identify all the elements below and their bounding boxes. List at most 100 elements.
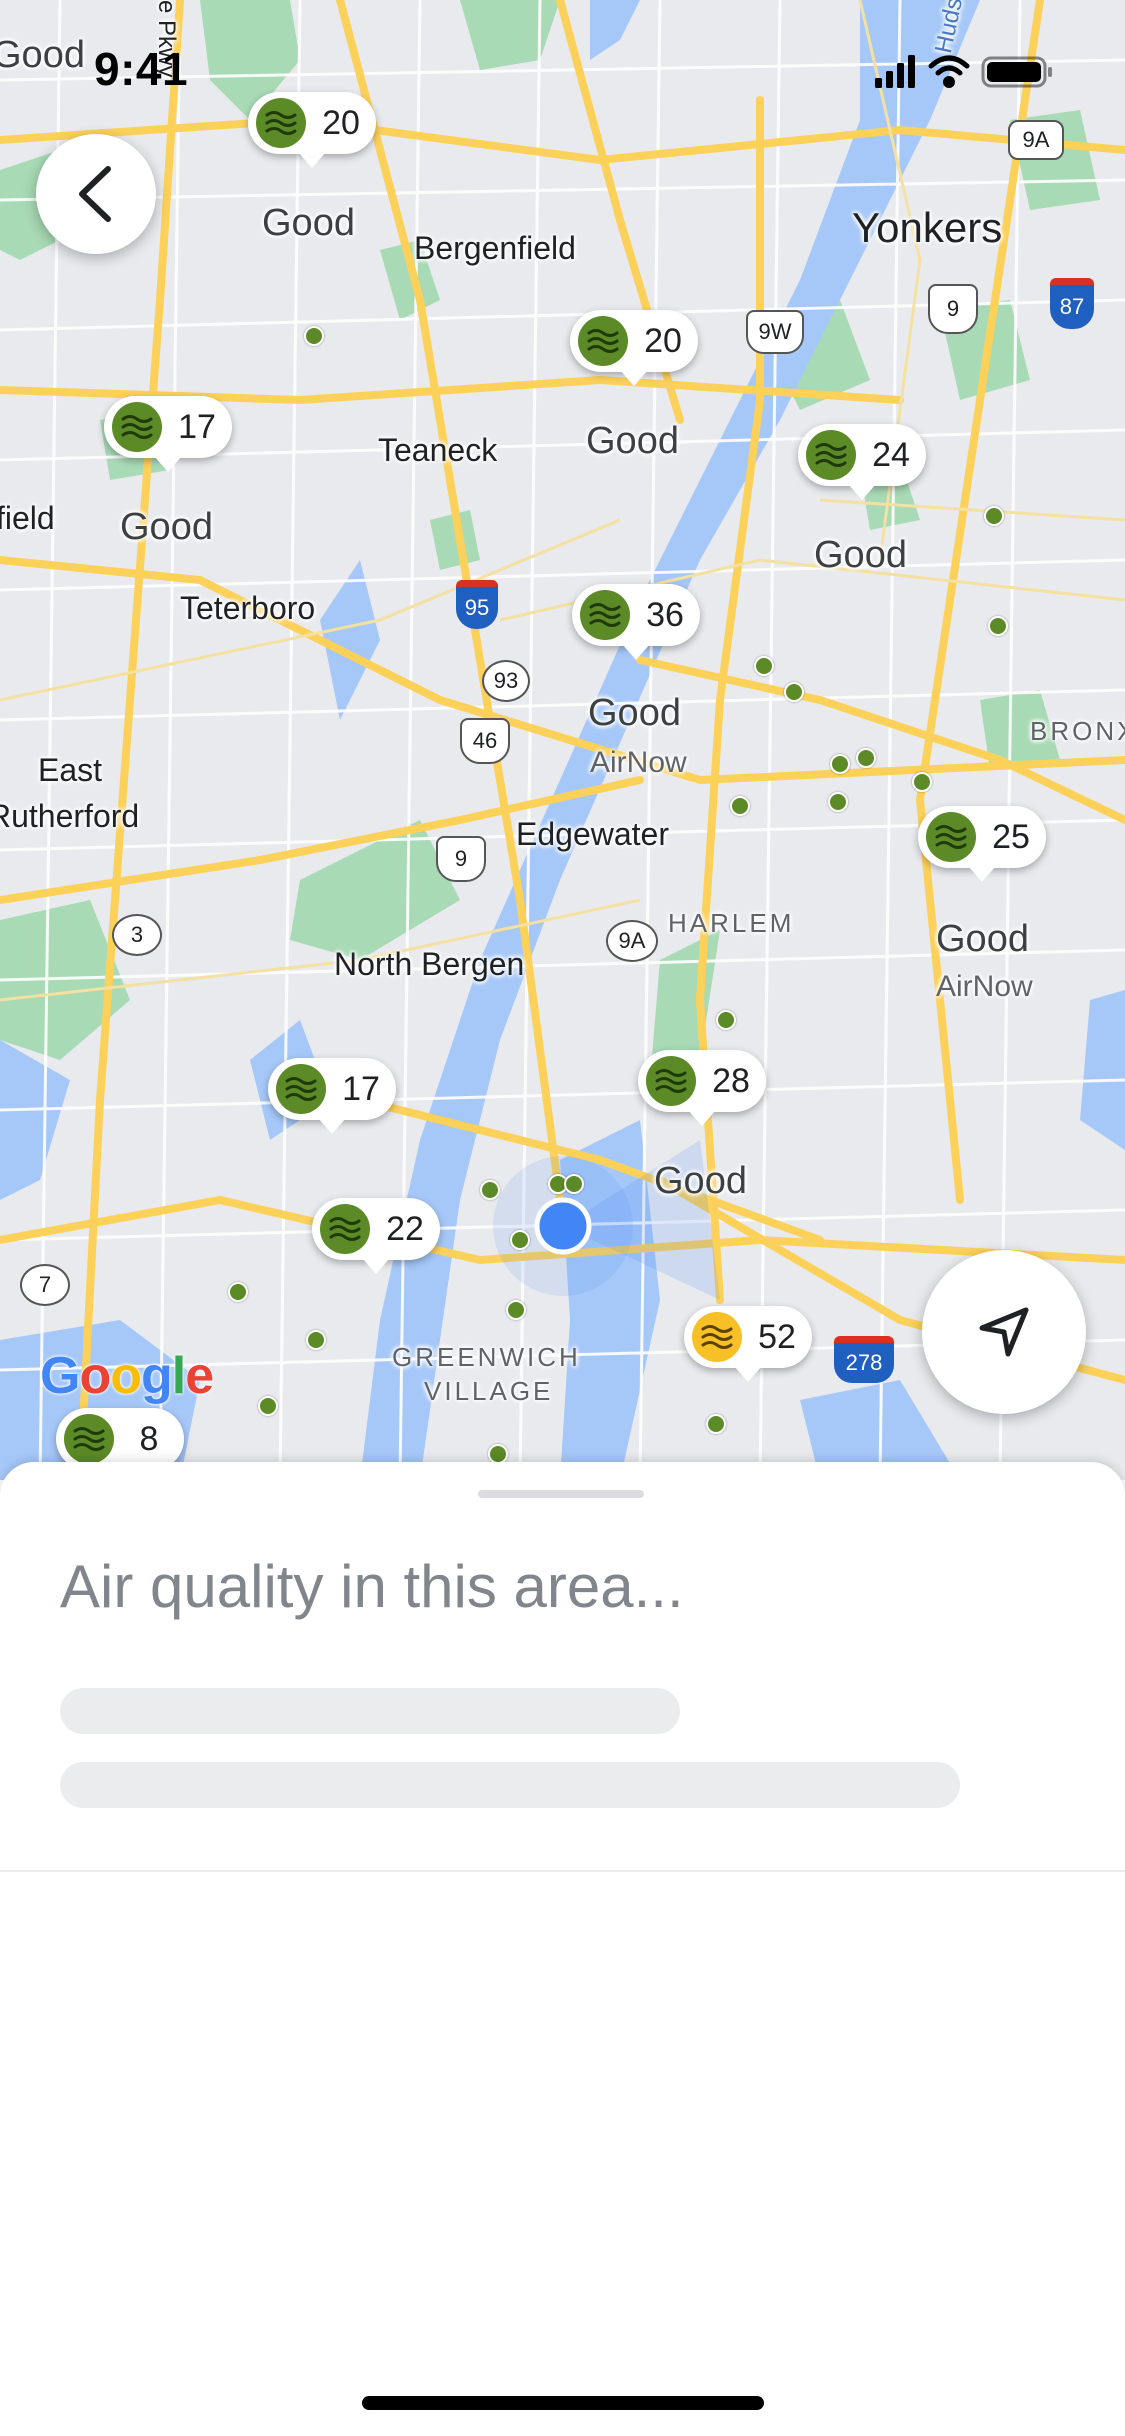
aqi-marker[interactable]: 17 (268, 1058, 396, 1134)
quality-label: Good (262, 202, 355, 244)
source-label: AirNow (936, 970, 1033, 1003)
my-location-button[interactable] (922, 1250, 1086, 1414)
sensor-dot[interactable] (258, 1396, 278, 1416)
route-shield: 9 (928, 284, 978, 334)
chevron-left-icon (79, 166, 111, 222)
air-quality-icon (580, 590, 630, 640)
quality-label: Good (586, 420, 679, 462)
sensor-dot[interactable] (480, 1180, 500, 1200)
cellular-signal-icon (875, 55, 915, 88)
status-bar: 9:41 (0, 42, 1125, 102)
air-quality-icon (578, 316, 628, 366)
air-quality-icon (806, 430, 856, 480)
place-label: HARLEM (668, 908, 795, 938)
aqi-marker[interactable]: 52 (684, 1306, 812, 1382)
sensor-dot[interactable] (306, 1330, 326, 1350)
aqi-marker[interactable]: 28 (638, 1050, 766, 1126)
back-button[interactable] (36, 134, 156, 254)
aqi-value: 25 (992, 817, 1030, 856)
sheet-title: Air quality in this area... (60, 1553, 684, 1620)
route-shield: 93 (482, 660, 530, 702)
place-label: Bergenfield (414, 230, 576, 266)
air-quality-icon (64, 1414, 114, 1464)
aqi-value: 28 (712, 1061, 750, 1100)
status-icons (875, 52, 1075, 97)
sensor-dot[interactable] (828, 792, 848, 812)
quality-label: Good (120, 506, 213, 548)
air-quality-icon (692, 1312, 742, 1362)
bottom-sheet[interactable]: Air quality in this area... (0, 1462, 1125, 2436)
place-label: Yonkers (852, 204, 1003, 251)
sensor-dot[interactable] (784, 682, 804, 702)
source-label: AirNow (590, 746, 687, 779)
sensor-dot[interactable] (730, 796, 750, 816)
route-shield: 278 (834, 1336, 894, 1383)
sensor-dot[interactable] (706, 1414, 726, 1434)
place-label: field (0, 500, 55, 536)
route-shield: 87 (1050, 278, 1094, 329)
sensor-dot[interactable] (510, 1230, 530, 1250)
air-quality-icon (112, 402, 162, 452)
place-label: GREENWICH (392, 1342, 581, 1372)
sensor-dot[interactable] (564, 1174, 584, 1194)
route-shield: 9W (746, 310, 804, 354)
aqi-marker[interactable]: 20 (570, 310, 698, 386)
place-label: Teterboro (180, 590, 316, 626)
google-logo: Google (40, 1347, 214, 1405)
quality-label: Good (936, 918, 1029, 960)
aqi-value: 17 (342, 1069, 380, 1108)
air-quality-icon (276, 1064, 326, 1114)
aqi-value: 22 (386, 1209, 424, 1248)
sensor-dot[interactable] (488, 1444, 508, 1464)
aqi-marker[interactable]: 22 (312, 1198, 440, 1274)
quality-label: Good (588, 692, 681, 734)
sensor-dot[interactable] (228, 1282, 248, 1302)
place-label: Teaneck (378, 432, 498, 468)
route-shield: 3 (112, 914, 162, 956)
loading-placeholder (60, 1762, 960, 1808)
air-quality-icon (320, 1204, 370, 1254)
divider (0, 1870, 1125, 1872)
status-time: 9:41 (94, 43, 189, 95)
sensor-dot[interactable] (830, 754, 850, 774)
route-shield: 9 (436, 836, 486, 882)
quality-label: Good (654, 1160, 747, 1202)
user-location-dot (534, 1197, 592, 1255)
aqi-value: 20 (322, 103, 360, 142)
aqi-marker[interactable]: 8 (56, 1408, 184, 1480)
aqi-marker[interactable]: 36 (572, 584, 700, 660)
map-view[interactable]: e Pkwy Hudson Bergenfield Yonkers Teanec… (0, 0, 1125, 1480)
route-shield: 9A (606, 920, 658, 962)
place-label: East (38, 752, 103, 788)
aqi-value: 36 (646, 595, 684, 634)
air-quality-icon (926, 812, 976, 862)
sensor-dot[interactable] (984, 506, 1004, 526)
place-label: BRONX (1030, 716, 1125, 746)
aqi-value: 8 (139, 1419, 159, 1458)
aqi-marker[interactable]: 25 (918, 806, 1046, 882)
sensor-dot[interactable] (988, 616, 1008, 636)
battery-icon (981, 56, 1052, 88)
aqi-value: 24 (872, 435, 910, 474)
navigation-arrow-icon (979, 1307, 1029, 1357)
loading-placeholder (60, 1688, 680, 1734)
home-indicator[interactable] (362, 2396, 764, 2410)
sensor-dot[interactable] (912, 772, 932, 792)
sensor-dot[interactable] (506, 1300, 526, 1320)
sensor-dot[interactable] (716, 1010, 736, 1030)
sensor-dot[interactable] (304, 326, 324, 346)
route-shield: 95 (456, 580, 498, 629)
aqi-value: 20 (644, 321, 682, 360)
place-label: Rutherford (0, 798, 140, 834)
drag-handle[interactable] (478, 1490, 644, 1498)
sensor-dot[interactable] (754, 656, 774, 676)
wifi-icon (928, 55, 970, 88)
route-shield: 46 (460, 718, 510, 764)
aqi-marker[interactable]: 24 (798, 424, 926, 500)
aqi-marker[interactable]: 17 (104, 396, 232, 472)
route-shield: 7 (20, 1264, 70, 1306)
sensor-dot[interactable] (856, 748, 876, 768)
place-label: North Bergen (334, 946, 525, 982)
place-label: Edgewater (516, 816, 669, 852)
air-quality-icon (256, 98, 306, 148)
